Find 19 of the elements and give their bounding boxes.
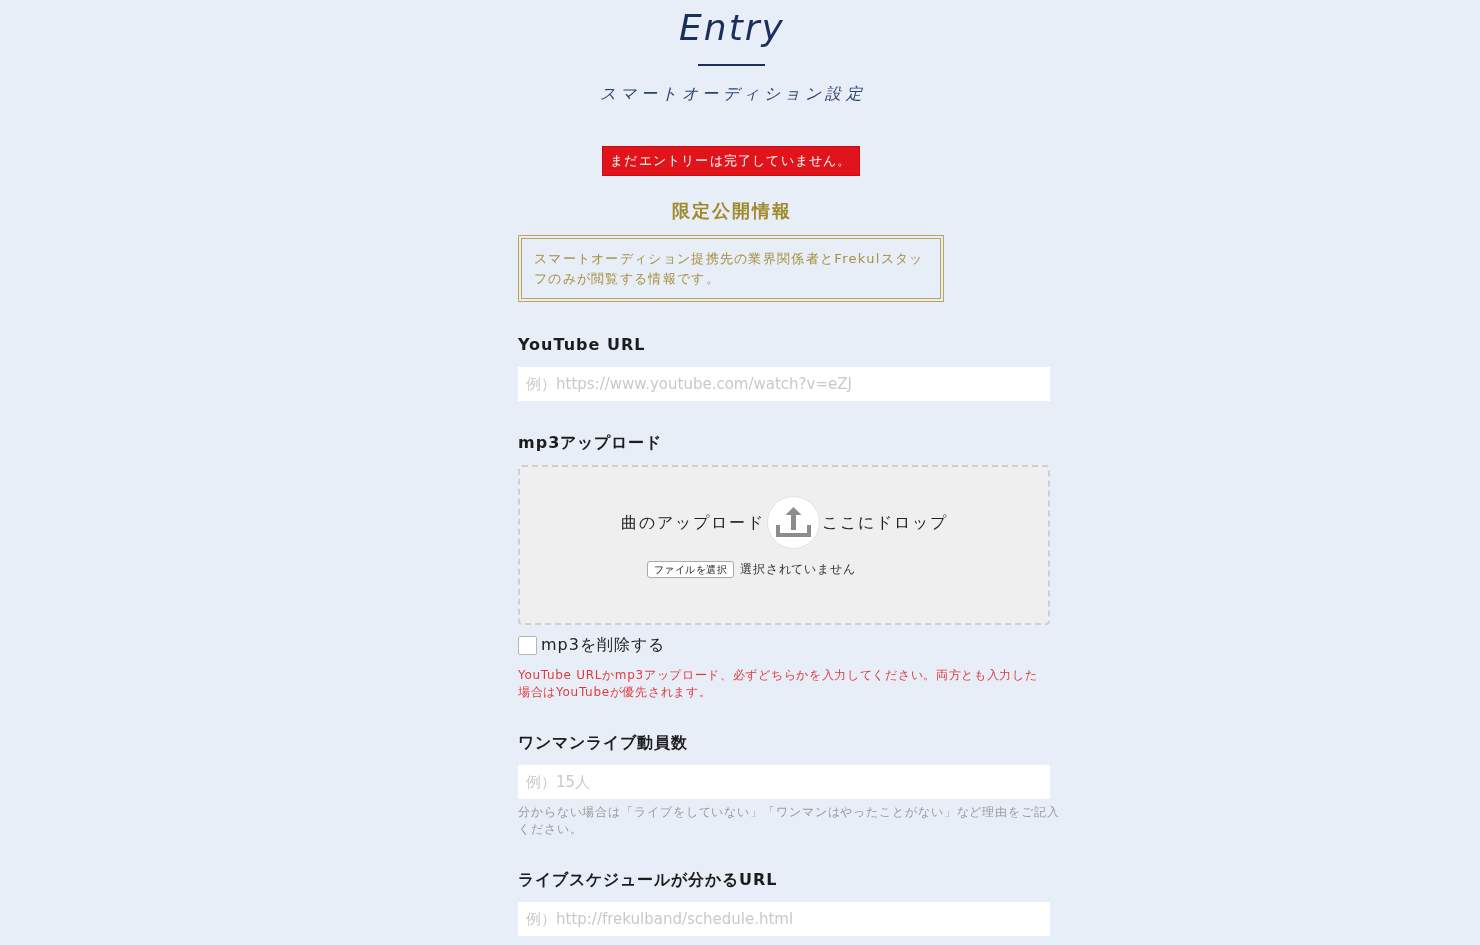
page-title: Entry	[678, 6, 785, 50]
status-banner: まだエントリーは完了していません。	[602, 146, 860, 176]
checkbox-label: mp3を削除する	[541, 635, 665, 655]
field-label: ライブスケジュールが分かるURL	[518, 869, 779, 891]
field-note: YouTube URLかmp3アップロード、必ずどちらかを入力してください。両方とも入力した場合はYouTubeが優先されます。	[518, 667, 1039, 701]
field-label: mp3アップロード	[518, 432, 664, 454]
drop-text: ここにドロップ	[821, 511, 948, 534]
file-select-button[interactable]: ファイルを選択	[646, 561, 735, 578]
notice-box: スマートオーディション提携先の業界関係者とFrekulスタッフのみが閲覧する情報です。	[518, 235, 944, 302]
page-subtitle: スマートオーディション設定	[598, 83, 867, 105]
drop-text: 曲のアップロード	[620, 511, 765, 534]
upload-icon	[766, 496, 820, 549]
drop-zone[interactable]: 曲のアップロード ここにドロップ ファイルを選択 選択されていません	[518, 465, 1050, 625]
checkbox[interactable]	[518, 635, 537, 655]
field-label: ワンマンライブ動員数	[518, 732, 689, 754]
field-label: YouTube URL	[518, 334, 647, 356]
file-status: 選択されていません	[740, 561, 856, 578]
field-hint: 分からない場合は「ライブをしていない」「ワンマンはやったことがない」など理由をご記入ください。	[518, 804, 1061, 838]
notice-heading: 限定公開情報	[671, 199, 792, 223]
